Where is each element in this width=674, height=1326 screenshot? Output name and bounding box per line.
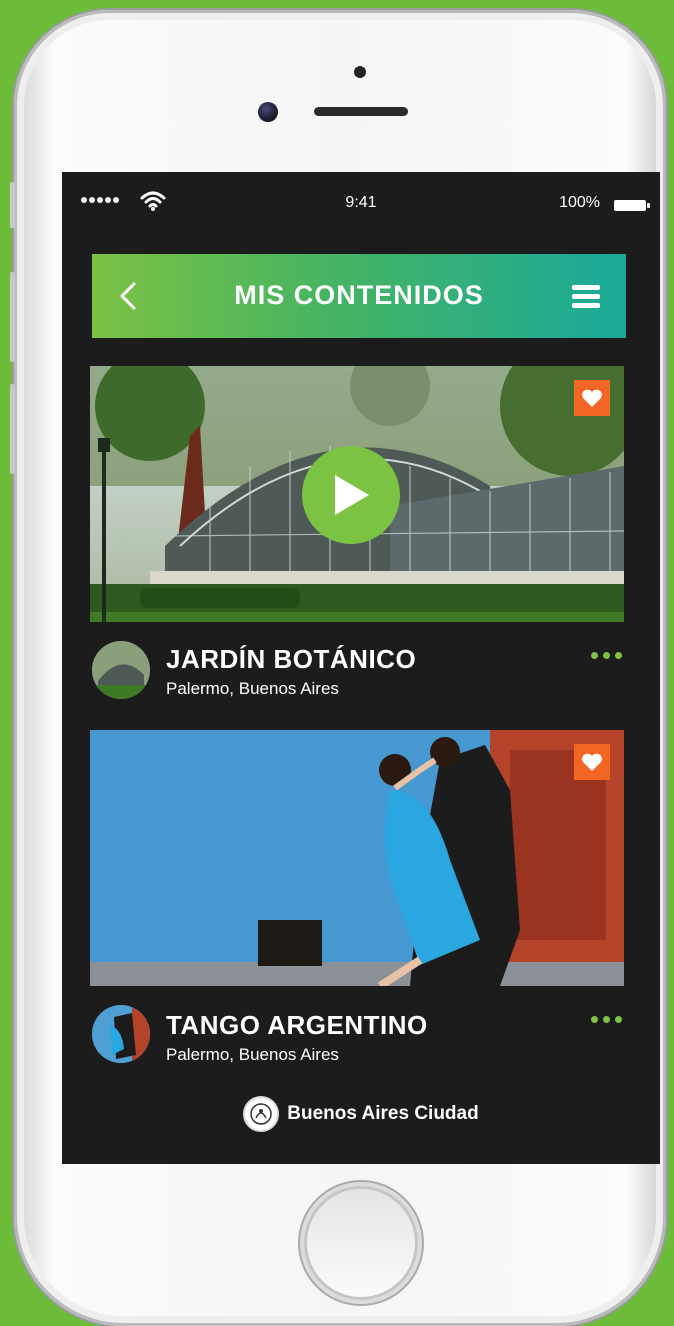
battery-percent: 100% — [559, 194, 600, 211]
more-icon[interactable] — [591, 1016, 622, 1023]
app-screen: 9:41 100% MIS CONTENIDOS JARDÍN BOTÁNICO… — [62, 172, 660, 1164]
menu-icon[interactable] — [572, 285, 600, 308]
heart-icon — [582, 753, 602, 771]
battery-icon — [614, 200, 650, 211]
card-title[interactable]: JARDÍN BOTÁNICO — [166, 644, 416, 675]
status-bar: 9:41 100% — [62, 190, 660, 220]
page-title: MIS CONTENIDOS — [234, 280, 484, 310]
more-icon[interactable] — [591, 652, 622, 659]
city-seal-icon — [243, 1096, 280, 1132]
phone-frame: 9:41 100% MIS CONTENIDOS JARDÍN BOTÁNICO… — [10, 10, 666, 1326]
volume-down-button — [10, 384, 15, 474]
proximity-sensor — [354, 66, 366, 78]
front-camera — [258, 102, 278, 122]
favorite-button[interactable] — [574, 380, 610, 416]
card-image-tango-argentino[interactable] — [90, 730, 624, 986]
favorite-button[interactable] — [574, 744, 610, 780]
home-button[interactable] — [304, 1186, 418, 1300]
volume-up-button — [10, 272, 15, 362]
card-location: Palermo, Buenos Aires — [166, 679, 339, 698]
avatar — [92, 641, 150, 699]
tango-photo — [90, 730, 624, 986]
card-title[interactable]: TANGO ARGENTINO — [166, 1010, 428, 1041]
brand-name: Buenos Aires Ciudad — [287, 1103, 479, 1124]
earpiece-speaker — [314, 107, 408, 116]
play-button[interactable] — [302, 446, 400, 544]
heart-icon — [582, 389, 602, 407]
header-bar: MIS CONTENIDOS — [92, 254, 626, 338]
card-location: Palermo, Buenos Aires — [166, 1045, 339, 1064]
play-icon — [335, 475, 369, 515]
footer-brand: Buenos Aires Ciudad — [62, 1096, 660, 1132]
avatar — [92, 1005, 150, 1063]
mute-switch — [10, 182, 15, 228]
card-image-jardin-botanico[interactable] — [90, 366, 624, 622]
